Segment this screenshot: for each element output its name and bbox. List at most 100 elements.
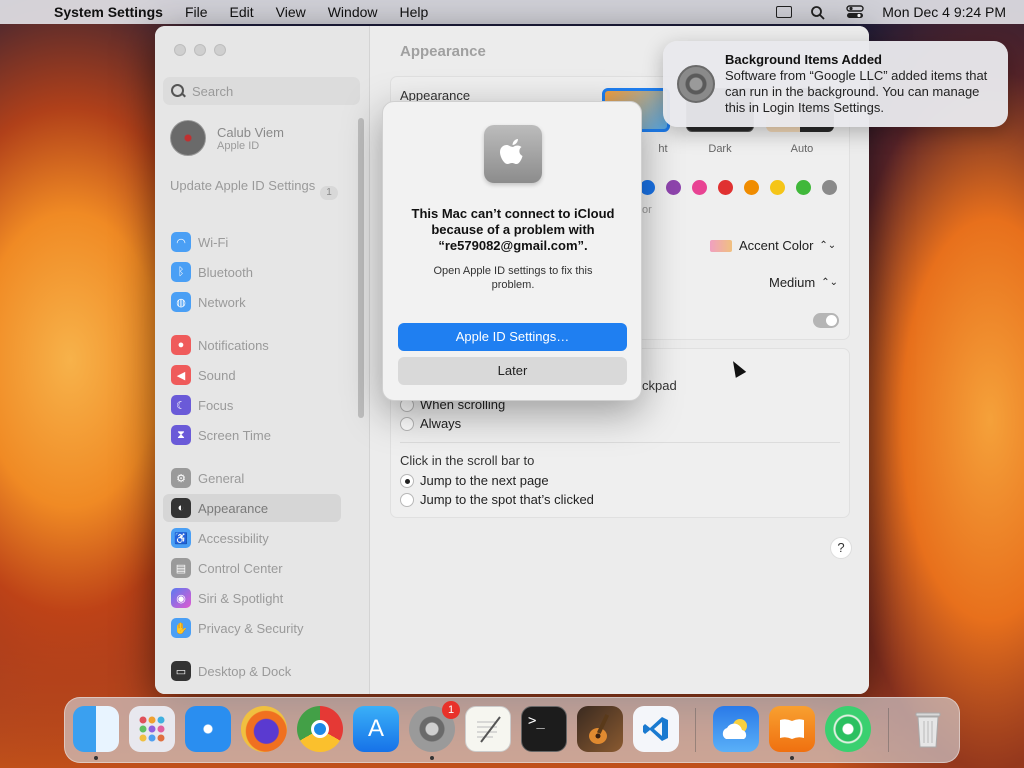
accent-orange[interactable]: [744, 180, 759, 195]
sidebar-item-label: Control Center: [198, 560, 283, 576]
apple-id-settings-button[interactable]: Apple ID Settings…: [398, 323, 627, 351]
help-button[interactable]: ?: [830, 537, 852, 559]
sidebar-item-network[interactable]: ◍ Network: [163, 288, 343, 316]
running-indicator: [430, 756, 434, 760]
accent-purple[interactable]: [666, 180, 681, 195]
firefox-icon[interactable]: [241, 706, 287, 752]
background-items-notification[interactable]: Background Items Added Software from “Go…: [663, 41, 1008, 127]
sidebar-scrollbar[interactable]: [358, 118, 364, 418]
safari-icon[interactable]: [185, 706, 231, 752]
tinting-toggle[interactable]: [813, 313, 839, 328]
later-button[interactable]: Later: [398, 357, 627, 385]
sidebar-item-label: Appearance: [198, 500, 269, 516]
sidebar-item-accessibility[interactable]: ♿ Accessibility: [163, 524, 343, 552]
spotlight-search-icon[interactable]: [810, 5, 828, 20]
sidebar-item-notifications[interactable]: ● Notifications: [163, 331, 343, 359]
dialog-title: This Mac can’t connect to iCloud because…: [411, 206, 615, 253]
radio-circle: [400, 492, 414, 507]
textedit-icon[interactable]: [465, 706, 511, 752]
sidebar-item-label: Bluetooth: [198, 264, 253, 280]
accent-green[interactable]: [796, 180, 811, 195]
sidebar-item-label: Wi-Fi: [198, 234, 229, 250]
terminal-icon[interactable]: >_: [521, 706, 567, 752]
speaker-icon: ◀: [171, 365, 191, 385]
finder-icon[interactable]: [73, 706, 119, 752]
apple-id-account[interactable]: Calub Viem Apple ID: [170, 120, 284, 156]
radio-jump-next-page[interactable]: Jump to the next page: [400, 473, 549, 488]
sidebar-item-bluetooth[interactable]: ᛒ Bluetooth: [163, 258, 343, 286]
menu-view[interactable]: View: [276, 4, 306, 20]
zoom-button[interactable]: [214, 44, 226, 56]
hourglass-icon: ⧗: [171, 425, 191, 445]
books-icon[interactable]: [769, 706, 815, 752]
sidebar-item-appearance[interactable]: ◐ Appearance: [163, 494, 341, 522]
sidebar-item-label: Screen Time: [198, 427, 271, 443]
radio-label: Always: [420, 416, 462, 431]
window-controls: [174, 44, 226, 56]
sidebar-item-label: Siri & Spotlight: [198, 590, 284, 606]
sidebar-item-focus[interactable]: ☾ Focus: [163, 391, 343, 419]
search-field[interactable]: Search: [163, 77, 360, 105]
control-center-icon[interactable]: [846, 5, 864, 19]
scroll-bars-label: ckpad: [642, 378, 677, 393]
accent-blue[interactable]: [640, 180, 655, 195]
highlight-color-select[interactable]: Accent Color ⌃⌄: [710, 238, 836, 253]
accent-pink[interactable]: [692, 180, 707, 195]
weather-icon[interactable]: [713, 706, 759, 752]
stepper-icon: ⌃⌄: [821, 277, 839, 288]
sidebar-item-label: Desktop & Dock: [198, 663, 292, 679]
running-indicator: [94, 756, 98, 760]
stepper-icon: ⌃⌄: [819, 240, 837, 251]
sidebar-item-control-center[interactable]: ▤ Control Center: [163, 554, 343, 582]
click-scroll-bar-label: Click in the scroll bar to: [400, 453, 535, 468]
sidebar-item-sound[interactable]: ◀ Sound: [163, 361, 343, 389]
sidebar-item-wifi[interactable]: ◠ Wi-Fi: [163, 228, 343, 256]
launchpad-icon[interactable]: [129, 706, 175, 752]
menu-clock[interactable]: Mon Dec 4 9:24 PM: [882, 4, 1006, 20]
radio-label: Jump to the spot that’s clicked: [420, 492, 594, 507]
accent-graphite[interactable]: [822, 180, 837, 195]
menu-window[interactable]: Window: [328, 4, 378, 20]
screen-mirroring-icon[interactable]: [776, 6, 793, 18]
radio-jump-to-spot[interactable]: Jump to the spot that’s clicked: [400, 492, 594, 507]
accent-yellow[interactable]: [770, 180, 785, 195]
radio-label: Jump to the next page: [420, 473, 549, 488]
search-icon: [171, 84, 185, 98]
vscode-icon[interactable]: [633, 706, 679, 752]
dock-icon: ▭: [171, 661, 191, 681]
sidebar-item-siri-spotlight[interactable]: ◉ Siri & Spotlight: [163, 584, 343, 612]
accent-red[interactable]: [718, 180, 733, 195]
radio-always[interactable]: Always: [400, 416, 461, 431]
close-button[interactable]: [174, 44, 186, 56]
sidebar-item-privacy-security[interactable]: ✋ Privacy & Security: [163, 614, 343, 642]
app-store-icon[interactable]: A: [353, 706, 399, 752]
sidebar-item-screen-time[interactable]: ⧗ Screen Time: [163, 421, 343, 449]
find-my-icon[interactable]: [825, 706, 871, 752]
sidebar-item-label: Focus: [198, 397, 234, 413]
radio-circle: [400, 416, 414, 431]
notification-title: Background Items Added: [725, 52, 882, 67]
sidebar-icon-size-select[interactable]: Medium ⌃⌄: [769, 275, 838, 290]
avatar: [170, 120, 206, 156]
gear-icon: ⚙: [171, 468, 191, 488]
control-center-icon: ▤: [171, 558, 191, 578]
sidebar-item-general[interactable]: ⚙ General: [163, 464, 343, 492]
menu-app-name[interactable]: System Settings: [54, 4, 163, 20]
apple-logo-icon: [484, 125, 542, 183]
minimize-button[interactable]: [194, 44, 206, 56]
gear-icon: [677, 65, 715, 103]
notification-body: Software from “Google LLC” added items t…: [725, 68, 988, 115]
sidebar-item-desktop-dock[interactable]: ▭ Desktop & Dock: [163, 657, 343, 685]
menu-edit[interactable]: Edit: [230, 4, 254, 20]
menu-help[interactable]: Help: [400, 4, 429, 20]
sidebar-item-label: Network: [198, 294, 246, 310]
appearance-icon: ◐: [171, 498, 191, 518]
sidebar-item-label: Accessibility: [198, 530, 269, 546]
chrome-icon[interactable]: [297, 706, 343, 752]
sidebar-item-label: Notifications: [198, 337, 269, 353]
garageband-icon[interactable]: [577, 706, 623, 752]
update-apple-id-settings[interactable]: Update Apple ID Settings: [170, 178, 340, 194]
menu-file[interactable]: File: [185, 4, 208, 20]
trash-icon[interactable]: [905, 706, 951, 752]
sidebar-icon-size-value: Medium: [769, 275, 816, 290]
